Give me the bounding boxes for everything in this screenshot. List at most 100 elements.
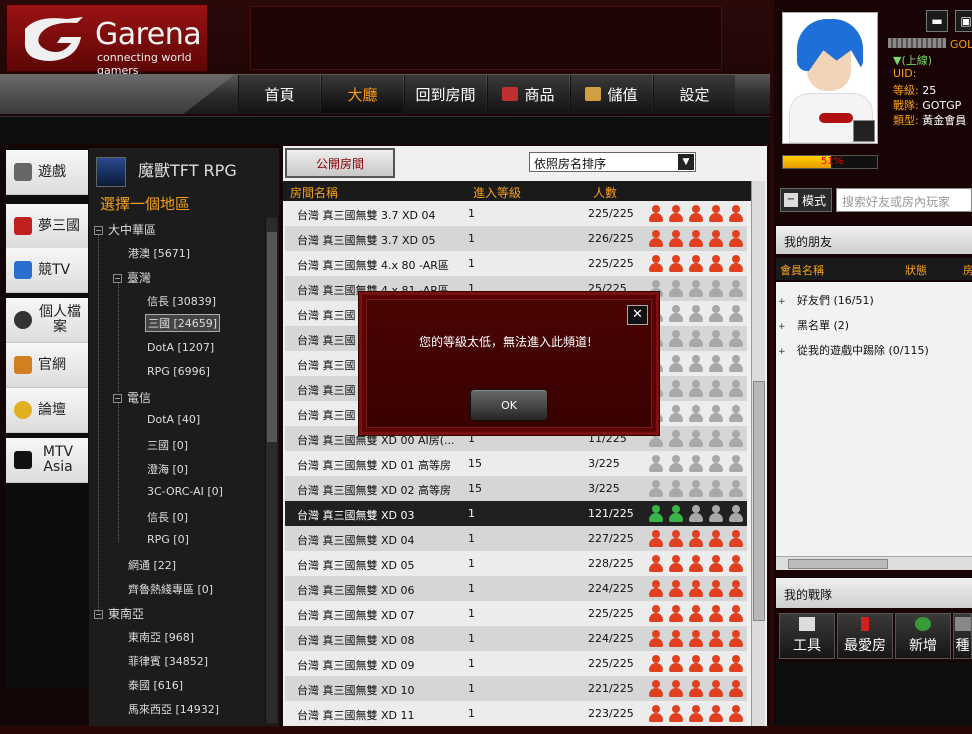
nav-topup[interactable]: 儲值 [570, 75, 652, 113]
col-member-name[interactable]: 會員名稱 [780, 262, 824, 278]
room-row[interactable]: 台灣 真三國無雙 XD 06 1 224/225 [285, 576, 747, 601]
tree-node-tw-2[interactable]: DotA [1207] [147, 341, 214, 354]
room-scrollbar[interactable] [751, 181, 765, 726]
room-row[interactable]: 台灣 真三國無雙 3.7 XD 05 1 226/225 [285, 226, 747, 251]
tree-node-hk[interactable]: 港澳 [5671] [128, 245, 190, 261]
room-row[interactable]: 台灣 真三國無雙 XD 10 1 221/225 [285, 676, 747, 701]
tree-node-telecom-0[interactable]: DotA [40] [147, 413, 200, 426]
tree-node-greater-china[interactable]: − 大中華區 [94, 221, 156, 238]
leftnav-tv[interactable]: 競TV [6, 248, 88, 293]
close-icon[interactable]: ✕ [627, 305, 648, 325]
tree-node-tw-0[interactable]: 信長 [30839] [147, 293, 216, 309]
room-row[interactable]: 台灣 真三國無雙 XD 01 高等房 15 3/225 [285, 451, 747, 476]
collapse-icon[interactable]: − [113, 274, 122, 283]
friend-scroll-thumb[interactable] [788, 559, 888, 569]
tree-node-telecom-3[interactable]: 3C-ORC-AI [0] [147, 485, 223, 498]
tree-node-telecom-5[interactable]: RPG [0] [147, 533, 189, 546]
sort-select[interactable]: 依照房名排序 ▼ [529, 152, 696, 172]
expand-icon[interactable]: + [778, 298, 787, 307]
col-entry-level[interactable]: 進入等級 [473, 184, 521, 201]
room-row[interactable]: 台灣 真三國無雙 4.x 80 -AR區 1 225/225 [285, 251, 747, 276]
tree-node-tw-1[interactable]: 三國 [24659] [145, 314, 221, 332]
leftnav-games[interactable]: 遊戲 [6, 150, 88, 195]
col-status[interactable]: 狀態 [905, 262, 927, 278]
banner-area[interactable] [250, 6, 722, 70]
clan-header[interactable]: 我的戰隊 [776, 578, 972, 608]
room-row[interactable]: 台灣 真三國無雙 XD 03 1 121/225 [285, 501, 747, 526]
tree-node-qilu[interactable]: 齊魯熱綫專區 [0] [128, 581, 213, 597]
player-icon [668, 580, 684, 597]
leftnav-mtv[interactable]: MTV Asia [6, 438, 88, 483]
tree-node-telecom-2[interactable]: 澄海 [0] [147, 461, 188, 477]
friend-group-kicked[interactable]: + 從我的遊戲中踢除 (0/115) [778, 342, 929, 358]
player-icon [728, 630, 744, 647]
room-row[interactable]: 台灣 真三國無雙 XD 09 1 225/225 [285, 651, 747, 676]
minimize-button[interactable]: ▬ [926, 10, 948, 32]
tree-node-telecom-4[interactable]: 信長 [0] [147, 509, 188, 525]
tree-node-telecom[interactable]: − 電信 [113, 389, 151, 406]
tree-node-taiwan[interactable]: − 臺灣 [113, 269, 151, 286]
user-status[interactable]: ▼(上線) [893, 52, 932, 68]
leftnav-dream3k[interactable]: 夢三國 [6, 204, 88, 249]
player-icon [688, 305, 704, 322]
add-button[interactable]: 新增 [895, 613, 951, 659]
room-row[interactable]: 台灣 真三國無雙 XD 08 1 224/225 [285, 626, 747, 651]
favorite-rooms-button[interactable]: 最愛房 [837, 613, 893, 659]
tree-node-tw-3[interactable]: RPG [6996] [147, 365, 210, 378]
friend-group-blacklist[interactable]: + 黑名單 (2) [778, 317, 849, 333]
collapse-icon[interactable]: − [94, 226, 103, 235]
friend-hscrollbar[interactable] [776, 556, 972, 570]
nav-lobby[interactable]: 大廳 [321, 75, 403, 113]
player-icon [708, 330, 724, 347]
room-name: 台灣 真三國無雙 XD 05 [297, 559, 415, 572]
tree-node-wangtong[interactable]: 網通 [22] [128, 557, 176, 573]
leftnav-forum[interactable]: 論壇 [6, 388, 88, 433]
restore-button[interactable]: ▣ [955, 10, 972, 32]
friend-search-input[interactable]: 搜索好友或房內玩家 [836, 188, 972, 212]
tree-node-sea-3[interactable]: 馬來西亞 [14932] [128, 701, 219, 717]
collapse-icon[interactable]: − [113, 394, 122, 403]
friend-group-friends[interactable]: + 好友們 (16/51) [778, 292, 874, 308]
tree-node-sea[interactable]: − 東南亞 [94, 605, 144, 622]
tree-node-sea-0[interactable]: 東南亞 [968] [128, 629, 194, 645]
friend-group-label: 從我的遊戲中踢除 (0/115) [797, 344, 929, 357]
nav-home[interactable]: 首頁 [238, 75, 320, 113]
tree-scroll-thumb[interactable] [267, 232, 277, 442]
player-icon [688, 280, 704, 297]
tree-node-sea-2[interactable]: 泰國 [616] [128, 677, 183, 693]
room-level: 1 [468, 257, 475, 270]
tree-scrollbar[interactable] [265, 218, 277, 723]
expand-icon[interactable]: + [778, 323, 787, 332]
leftnav-profile[interactable]: 個人檔案 [6, 298, 88, 343]
room-row[interactable]: 台灣 真三國無雙 XD 02 高等房 15 3/225 [285, 476, 747, 501]
nav-back-to-room[interactable]: 回到房間 [404, 75, 486, 113]
leftnav-website[interactable]: 官網 [6, 343, 88, 388]
player-icon [688, 605, 704, 622]
room-row[interactable]: 台灣 真三國無雙 3.7 XD 04 1 225/225 [285, 201, 747, 226]
nav-settings[interactable]: 設定 [653, 75, 735, 113]
room-scroll-thumb[interactable] [753, 381, 765, 621]
tree-node-sea-1[interactable]: 菲律賓 [34852] [128, 653, 208, 669]
room-name: 台灣 真三國無雙 XD 03 [297, 509, 415, 522]
room-row[interactable]: 台灣 真三國無雙 XD 05 1 228/225 [285, 551, 747, 576]
chevron-down-icon[interactable]: ▼ [678, 154, 694, 170]
room-row[interactable]: 台灣 真三國無雙 XD 07 1 225/225 [285, 601, 747, 626]
add-friend-icon[interactable] [853, 120, 875, 142]
nav-shop[interactable]: 商品 [487, 75, 569, 113]
dialog-ok-button[interactable]: OK [470, 389, 548, 421]
tab-public-rooms[interactable]: 公開房間 [285, 148, 395, 178]
collapse-icon[interactable]: − [94, 610, 103, 619]
tree-node-telecom-1[interactable]: 三國 [0] [147, 437, 188, 453]
expand-icon[interactable]: + [778, 348, 787, 357]
room-level: 1 [468, 682, 475, 695]
tools-button[interactable]: 工具 [779, 613, 835, 659]
room-row[interactable]: 台灣 真三國無雙 XD 11 1 223/225 [285, 701, 747, 726]
garena-logo[interactable]: Garena connecting world gamers [6, 4, 208, 77]
mode-button[interactable]: − 模式 [780, 188, 832, 212]
col-player-count[interactable]: 人數 [593, 184, 617, 201]
col-room-name[interactable]: 房間名稱 [290, 184, 338, 201]
more-tool-button[interactable]: 種 [953, 613, 972, 659]
col-room[interactable]: 房 [963, 262, 972, 278]
friends-header[interactable]: 我的朋友 [776, 226, 972, 254]
room-row[interactable]: 台灣 真三國無雙 XD 04 1 227/225 [285, 526, 747, 551]
